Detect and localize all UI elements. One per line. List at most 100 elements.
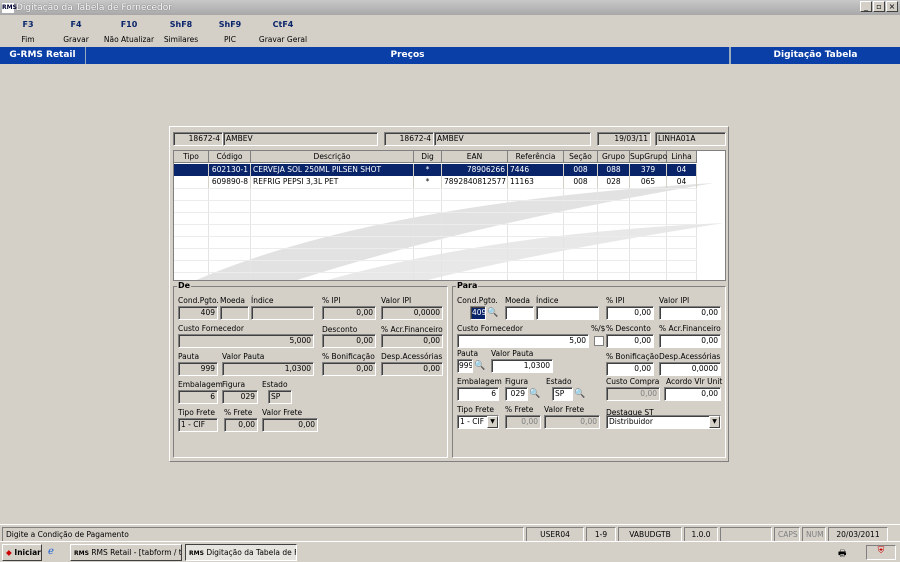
supplier-name-field[interactable]: AMBEV: [223, 132, 378, 146]
para-ipi-label: % IPI: [606, 296, 625, 305]
table-cell: 008: [564, 164, 598, 176]
para-desp-field[interactable]: 0,0000: [659, 362, 721, 376]
maximize-button[interactable]: ▫: [873, 1, 885, 12]
para-figura-field[interactable]: 029: [505, 387, 528, 401]
binoculars-icon[interactable]: 🔍: [573, 387, 587, 401]
para-destaque-select[interactable]: Distribuidor ▼: [606, 415, 721, 429]
para-moeda-label: Moeda: [505, 296, 531, 305]
pct-value-checkbox[interactable]: [594, 336, 604, 346]
para-tipo-frete-select[interactable]: 1 - CIF ▼: [457, 415, 499, 429]
para-pauta-field[interactable]: 999: [457, 359, 473, 373]
de-figura-field[interactable]: 029: [222, 390, 258, 404]
supplier2-code-field[interactable]: 18672-4: [384, 132, 434, 146]
para-bonif-field[interactable]: 0,00: [606, 362, 654, 376]
de-emb-field[interactable]: 6: [178, 390, 218, 404]
column-header[interactable]: Tipo: [174, 151, 209, 163]
de-ipi-field[interactable]: 0,00: [322, 306, 376, 320]
de-estado-field[interactable]: SP: [268, 390, 292, 404]
binoculars-icon[interactable]: 🔍: [473, 359, 487, 373]
table-cell: [174, 176, 209, 188]
table-cell: 7446: [508, 164, 564, 176]
table-cell: 028: [598, 176, 630, 188]
para-estado-field[interactable]: SP: [552, 387, 573, 401]
close-button[interactable]: ×: [886, 1, 898, 12]
window-title: Digitação da Tabela de Fornecedor: [16, 2, 172, 13]
de-emb-label: Embalagem: [178, 380, 223, 389]
de-bonif-field[interactable]: 0,00: [322, 362, 376, 376]
table-cell: 602130-1: [209, 164, 251, 176]
table-cell: 11163: [508, 176, 564, 188]
para-valor-ipi-field[interactable]: 0,00: [659, 306, 721, 320]
de-acr-field[interactable]: 0,00: [381, 334, 443, 348]
de-valor-ipi-field[interactable]: 0,0000: [381, 306, 443, 320]
products-grid[interactable]: Tipo Código Descrição Dig EAN Referência Seção…: [173, 150, 726, 281]
start-button[interactable]: ◆ Iniciar: [2, 544, 42, 561]
de-desconto-field[interactable]: 0,00: [322, 334, 376, 348]
de-valor-frete-field[interactable]: 0,00: [262, 418, 318, 432]
rms-logo-icon: RMS: [2, 2, 17, 13]
column-header[interactable]: Linha: [667, 151, 697, 163]
de-cond-field[interactable]: 409: [178, 306, 218, 320]
de-valor-pauta-field[interactable]: 1,0300: [222, 362, 314, 376]
task-rms-retail[interactable]: RMS RMS Retail - [tabform / t...: [70, 544, 182, 561]
column-header[interactable]: SupGrupo: [630, 151, 667, 163]
column-header[interactable]: EAN: [442, 151, 508, 163]
para-emb-field[interactable]: 6: [457, 387, 499, 401]
internet-explorer-icon[interactable]: ℯ: [48, 546, 62, 560]
de-custo-field[interactable]: 5,000: [178, 334, 314, 348]
status-position: 1-9: [586, 527, 616, 542]
de-acr-label: % Acr.Financeiro: [381, 325, 443, 334]
fim-button[interactable]: F3 Fim: [4, 15, 52, 46]
para-acr-field[interactable]: 0,00: [659, 334, 721, 348]
nao-atualizar-button[interactable]: F10 Não Atualizar: [100, 15, 158, 46]
de-desconto-label: Desconto: [322, 325, 358, 334]
para-desconto-field[interactable]: 0,00: [606, 334, 654, 348]
column-header[interactable]: Dig: [414, 151, 442, 163]
para-desp-label: Desp.Acessórias: [659, 352, 721, 361]
module-header-bar: G-RMS Retail Preços Digitação Tabela: [0, 47, 900, 64]
chevron-down-icon[interactable]: ▼: [709, 416, 720, 428]
para-valor-pauta-field[interactable]: 1,0300: [491, 359, 553, 373]
column-header[interactable]: Código: [209, 151, 251, 163]
para-indice-field[interactable]: [536, 306, 599, 320]
de-pauta-field[interactable]: 999: [178, 362, 218, 376]
supplier2-name-field[interactable]: AMBEV: [434, 132, 591, 146]
similares-button[interactable]: ShF8 Similares: [158, 15, 204, 46]
line-field[interactable]: LINHA01A: [655, 132, 726, 146]
de-tipo-frete-field[interactable]: 1 - CIF: [178, 418, 218, 432]
binoculars-icon[interactable]: 🔍: [528, 387, 542, 401]
pic-button[interactable]: ShF9 PIC: [204, 15, 256, 46]
para-pct-frete-field[interactable]: 0,00: [505, 415, 541, 429]
table-cell: 008: [564, 176, 598, 188]
column-header[interactable]: Grupo: [598, 151, 630, 163]
para-acordo-label: Acordo Vlr Unit: [666, 377, 723, 386]
column-header[interactable]: Seção: [564, 151, 598, 163]
column-header[interactable]: Descrição: [251, 151, 414, 163]
de-moeda-field[interactable]: [220, 306, 249, 320]
printer-icon[interactable]: 🖶: [838, 546, 852, 560]
supplier-code-field[interactable]: 18672-4: [173, 132, 223, 146]
system-tray-shield-icon[interactable]: ⛨: [866, 545, 896, 560]
column-header[interactable]: Referência: [508, 151, 564, 163]
table-row[interactable]: 602130-1 CERVEJA SOL 250ML PILSEN SHOT * 78…: [174, 164, 697, 176]
para-moeda-field[interactable]: [505, 306, 534, 320]
table-row[interactable]: 609890-8 REFRIG PEPSI 3,3L PET * 7892840812…: [174, 176, 697, 188]
de-pct-frete-field[interactable]: 0,00: [224, 418, 258, 432]
para-valor-frete-field[interactable]: 0,00: [544, 415, 600, 429]
para-custo-compra-field[interactable]: 0,00: [606, 387, 660, 401]
task1-label: RMS Retail - [tabform / t...: [91, 548, 182, 557]
date-field[interactable]: 19/03/11: [597, 132, 651, 146]
para-acordo-field[interactable]: 0,00: [664, 387, 721, 401]
de-indice-field[interactable]: [251, 306, 314, 320]
gravar-button[interactable]: F4 Gravar: [52, 15, 100, 46]
de-desp-field[interactable]: 0,00: [381, 362, 443, 376]
gravar-geral-button[interactable]: CtF4 Gravar Geral: [256, 15, 310, 46]
binoculars-icon[interactable]: 🔍: [486, 306, 500, 320]
table-cell: 379: [630, 164, 667, 176]
para-cond-field[interactable]: 409: [470, 306, 486, 320]
chevron-down-icon[interactable]: ▼: [487, 416, 498, 428]
minimize-button[interactable]: _: [860, 1, 872, 12]
para-ipi-field[interactable]: 0,00: [606, 306, 654, 320]
para-custo-field[interactable]: 5,00: [457, 334, 589, 348]
task-digitacao[interactable]: RMS Digitação da Tabela de F...: [185, 544, 297, 561]
